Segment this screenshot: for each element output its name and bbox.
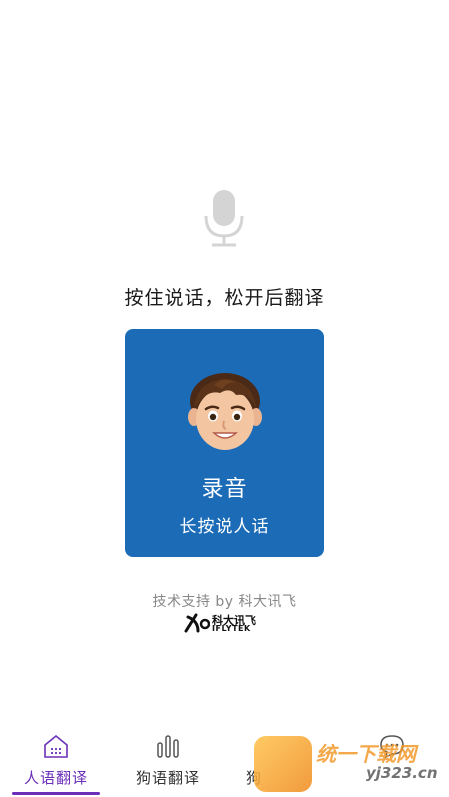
sound-bars-icon [157,735,179,758]
tech-support-credit: 技术支持 by 科大讯飞 [152,594,297,610]
tab-human-translate[interactable]: 人语翻译 [0,725,112,797]
record-title: 录音 [201,477,248,502]
avatar [188,373,262,450]
tab-label: 狗语翻译 [135,769,200,787]
iflytek-mark-icon [184,613,210,633]
tab-label: 人语翻译 [23,769,88,787]
record-subtitle: 长按说人话 [179,517,270,537]
tab-dog-translate[interactable]: 狗语翻译 [112,725,224,797]
house-dots-icon [44,734,68,758]
microphone-icon [204,190,244,247]
logo-brand-en: IFLYTEK [212,624,251,633]
watermark-domain: yj323.cn [366,764,438,782]
instruction-text: 按住说话，松开后翻译 [124,287,325,309]
watermark-site: 统一下载网 [316,742,416,766]
watermark-logo-icon [254,736,312,792]
iflytek-logo: 科大讯飞 IFLYTEK [184,611,274,635]
site-watermark: 统一下载网 yj323.cn [254,730,449,797]
active-tab-indicator [12,792,100,795]
record-button[interactable]: 录音 长按说人话 [125,329,324,557]
